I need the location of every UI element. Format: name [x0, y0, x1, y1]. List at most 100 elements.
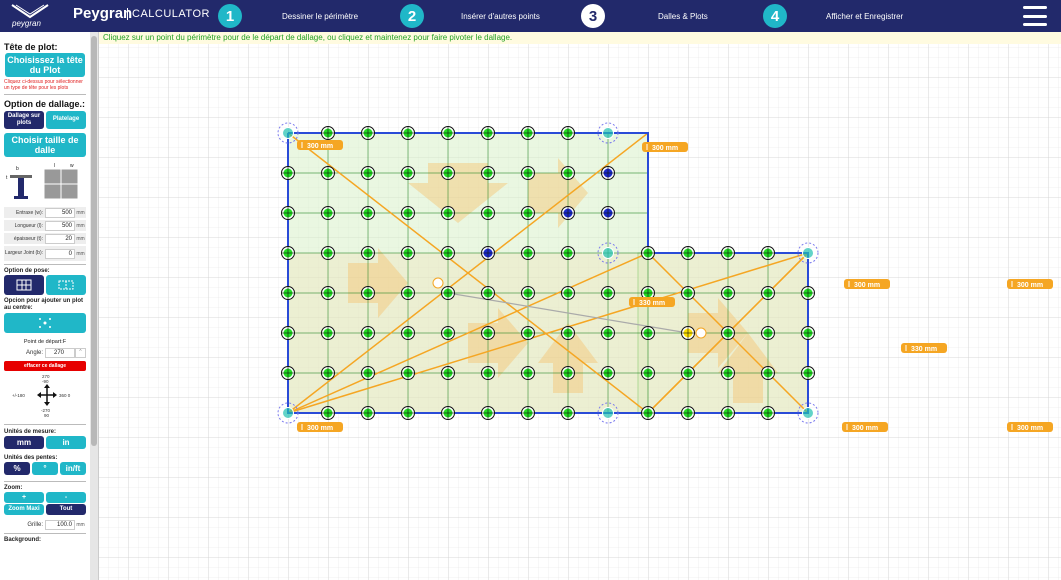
slab-dimension-diagram: b t l w: [4, 163, 86, 203]
plot-marker: [481, 246, 495, 260]
unit-mm-option[interactable]: mm: [4, 436, 44, 449]
dimension-label-text: 300 mm: [652, 145, 678, 152]
dimension-label: 300 mm: [1007, 422, 1053, 432]
plot-marker: [361, 126, 375, 140]
plot-marker: [361, 406, 375, 420]
step-label: Dessiner le périmètre: [282, 11, 359, 21]
angle-compass: 270 -90 +/-180 360 0 -270 90: [12, 374, 71, 418]
pose-grid-option[interactable]: [4, 275, 44, 295]
length-l-field: Longueur (l): 500 mm: [4, 220, 86, 231]
unit-in-option[interactable]: in: [46, 436, 86, 449]
start-point-label: Point de départ:F: [23, 339, 67, 345]
choose-slab-size-button[interactable]: Choisir taille de dalle: [4, 133, 86, 157]
pose-option-toggle: [4, 275, 86, 295]
pose-offset-option[interactable]: [46, 275, 86, 295]
dimension-label: 300 mm: [844, 279, 890, 289]
sidebar: Tête de plot: Choisissez la tête du Plot…: [0, 32, 99, 580]
top-header: peygran Peygran CALCULATOR 1 Dessiner le…: [0, 0, 1061, 32]
plot-marker: [601, 206, 615, 220]
corner-handle-dot: [602, 127, 614, 139]
center-plot-button[interactable]: [4, 313, 86, 333]
thickness-t-input[interactable]: 20: [45, 233, 75, 244]
drawing-canvas[interactable]: 300 mm 300 mm 300 mm 300 mm 300 mm 300 mm 300 …: [99, 32, 1061, 580]
measure-units-title: Unités de mesure:: [4, 429, 57, 435]
zoom-all-button[interactable]: Tout: [46, 504, 86, 515]
sidebar-scrollbar[interactable]: [90, 32, 98, 580]
plot-marker: [281, 286, 295, 300]
step-4-view-save[interactable]: 4 Afficher et Enregistrer: [763, 4, 903, 28]
zoom-max-button[interactable]: Zoom Maxi: [4, 504, 44, 515]
plot-marker: [481, 206, 495, 220]
dim-w-label: w: [70, 163, 74, 169]
grid-size-input[interactable]: 100.0: [45, 519, 75, 530]
plot-marker: [721, 246, 735, 260]
plot-marker: [561, 326, 575, 340]
plot-marker: [721, 406, 735, 420]
joint-width-b-input[interactable]: 0: [45, 248, 75, 259]
zoom-title: Zoom:: [4, 485, 23, 491]
length-l-input[interactable]: 500: [45, 220, 75, 231]
plot-marker: [681, 326, 695, 340]
plot-marker: [321, 406, 335, 420]
plot-marker: [681, 286, 695, 300]
sidebar-scroll-thumb[interactable]: [91, 36, 97, 446]
zoom-in-button[interactable]: +: [4, 492, 44, 503]
plot-head-title: Tête de plot:: [4, 42, 58, 52]
clear-paving-button[interactable]: effacer ce dallage: [4, 361, 86, 371]
hamburger-menu-icon[interactable]: [1023, 6, 1047, 26]
plot-marker: [401, 126, 415, 140]
plot-marker: [521, 286, 535, 300]
dimension-label: 300 mm: [1007, 279, 1053, 289]
plot-marker: [481, 126, 495, 140]
plot-marker: [321, 326, 335, 340]
plot-marker: [521, 206, 535, 220]
plot-marker: [361, 286, 375, 300]
dimension-label-text: 330 mm: [911, 346, 937, 353]
step-2-insert-points[interactable]: 2 Insérer d'autres points: [400, 4, 540, 28]
dim-b-label: b: [16, 166, 19, 172]
dimension-label: 300 mm: [297, 140, 343, 150]
dimension-label: 300 mm: [642, 142, 688, 152]
plot-marker: [801, 366, 815, 380]
dim-t-label: t: [6, 175, 8, 181]
plot-marker: [321, 286, 335, 300]
plot-marker: [521, 366, 535, 380]
plot-marker: [321, 206, 335, 220]
dimension-label: 330 mm: [901, 343, 947, 353]
paving-plan[interactable]: 300 mm 300 mm 300 mm 300 mm 300 mm 300 mm 300 …: [99, 32, 1061, 580]
slope-percent-option[interactable]: %: [4, 462, 30, 475]
plot-marker: [561, 246, 575, 260]
plot-marker: [761, 286, 775, 300]
corner-handle-dot: [802, 247, 814, 259]
plot-marker: [561, 286, 575, 300]
spacing-w-input[interactable]: 500: [45, 207, 75, 218]
plot-marker: [401, 246, 415, 260]
angle-spinner[interactable]: ⌃: [75, 347, 86, 358]
dimension-label-text: 300 mm: [1017, 425, 1043, 432]
plot-marker: [601, 286, 615, 300]
paving-on-plots-option[interactable]: Dallage sur plots: [4, 111, 44, 129]
plot-marker: [281, 206, 295, 220]
plot-marker: [441, 326, 455, 340]
plot-marker: [481, 406, 495, 420]
dimension-label-text: 300 mm: [852, 425, 878, 432]
dimension-label: 300 mm: [297, 422, 343, 432]
angle-field: Angle: 270 ⌃: [4, 347, 86, 358]
zoom-out-button[interactable]: -: [46, 492, 86, 503]
decking-option[interactable]: Platelage: [46, 111, 86, 129]
corner-handle-dot: [282, 407, 294, 419]
slope-inft-option[interactable]: in/ft: [60, 462, 86, 475]
plot-marker: [321, 166, 335, 180]
slope-degree-option[interactable]: °: [32, 462, 58, 475]
step-number: 4: [763, 4, 787, 28]
plot-marker: [681, 366, 695, 380]
plot-marker: [561, 406, 575, 420]
step-1-draw-perimeter[interactable]: 1 Dessiner le périmètre: [218, 4, 358, 28]
plot-marker: [521, 126, 535, 140]
step-3-slabs-plots[interactable]: 3 Dalles & Plots: [581, 4, 708, 28]
choose-plot-head-button[interactable]: Choisissez la tête du Plot: [5, 53, 85, 77]
plot-marker: [521, 246, 535, 260]
dimension-label-text: 300 mm: [854, 282, 880, 289]
plot-marker: [601, 366, 615, 380]
angle-input[interactable]: 270: [45, 347, 75, 358]
